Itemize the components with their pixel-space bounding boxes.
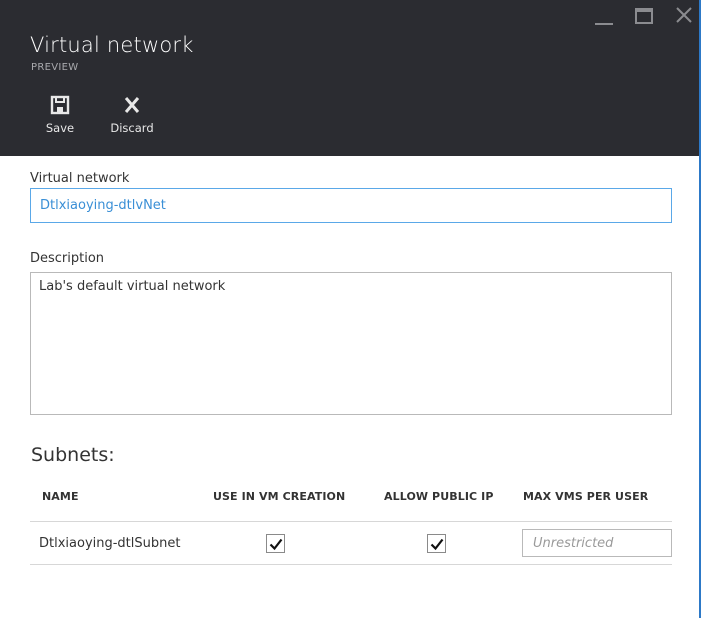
subnets-title: Subnets:	[31, 444, 115, 466]
checkmark-icon	[430, 538, 444, 551]
vnet-name-input[interactable]	[30, 188, 672, 223]
close-x-icon	[102, 94, 162, 116]
description-label: Description	[30, 251, 105, 266]
column-header-allow-public-ip: ALLOW PUBLIC IP	[384, 490, 494, 503]
subnet-name: Dtlxiaoying-dtlSubnet	[39, 536, 181, 551]
table-row-divider	[30, 564, 672, 565]
maximize-icon[interactable]	[633, 4, 655, 26]
column-header-use-in-vm-creation: USE IN VM CREATION	[213, 490, 346, 503]
allow-public-ip-checkbox[interactable]	[427, 534, 446, 553]
description-field[interactable]: Lab's default virtual network	[30, 272, 672, 415]
minimize-icon[interactable]	[593, 4, 615, 26]
page-title: Virtual network	[30, 33, 194, 57]
use-in-vm-creation-checkbox[interactable]	[266, 534, 285, 553]
max-vms-per-user-input[interactable]	[522, 529, 672, 557]
window-controls	[593, 4, 695, 26]
page-subtitle: PREVIEW	[31, 62, 79, 73]
vnet-label: Virtual network	[30, 171, 130, 186]
discard-button[interactable]: Discard	[102, 94, 162, 135]
blade-header: Virtual network PREVIEW Save Discard	[0, 0, 701, 156]
close-icon[interactable]	[673, 4, 695, 26]
save-button[interactable]: Save	[30, 94, 90, 135]
discard-label: Discard	[110, 121, 154, 135]
checkmark-icon	[269, 538, 283, 551]
column-header-max-vms-per-user: MAX VMS PER USER	[523, 490, 649, 503]
save-icon	[30, 94, 90, 116]
table-header-divider	[30, 521, 672, 522]
save-label: Save	[45, 121, 75, 135]
column-header-name: NAME	[42, 490, 79, 503]
